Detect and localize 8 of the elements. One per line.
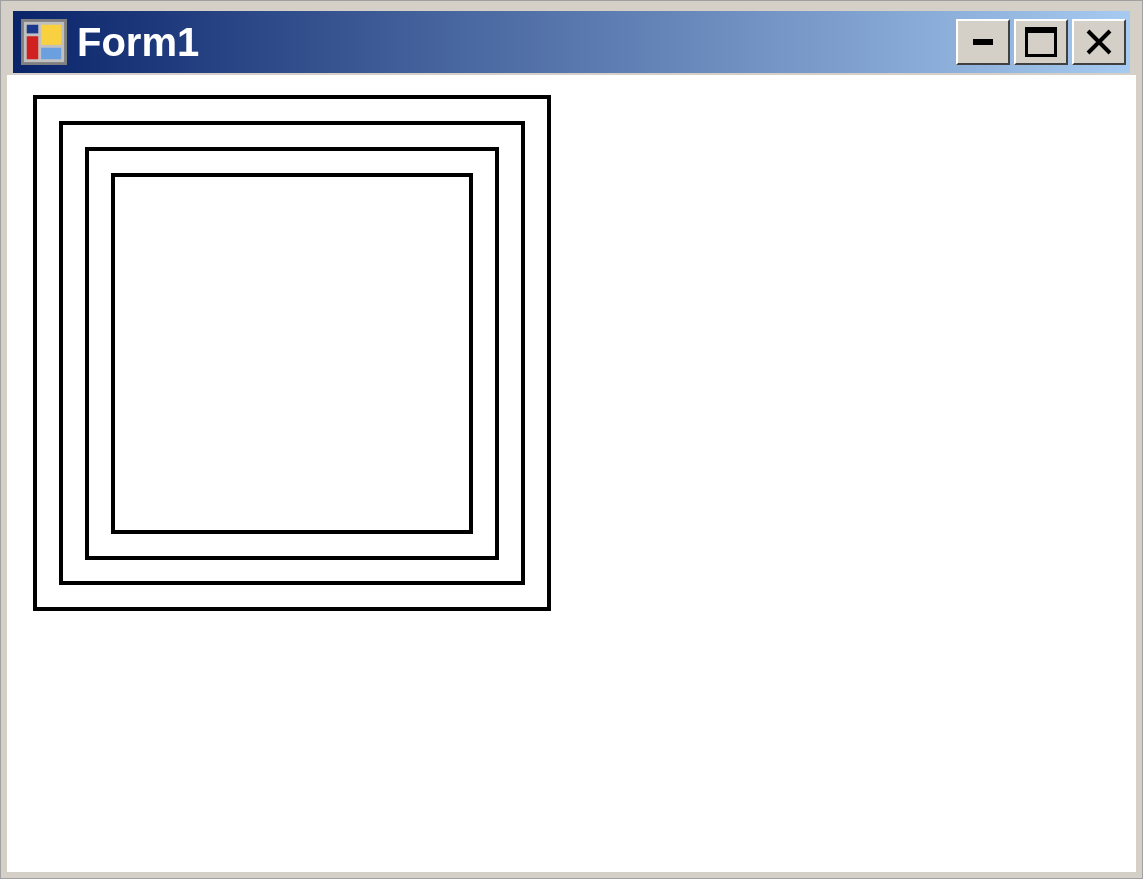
maximize-button[interactable] [1014,19,1068,65]
minimize-button[interactable] [956,19,1010,65]
close-icon [1085,28,1113,56]
app-icon [21,19,67,65]
minimize-icon [973,39,993,45]
close-button[interactable] [1072,19,1126,65]
maximize-icon [1025,27,1057,57]
window-title: Form1 [77,22,200,62]
